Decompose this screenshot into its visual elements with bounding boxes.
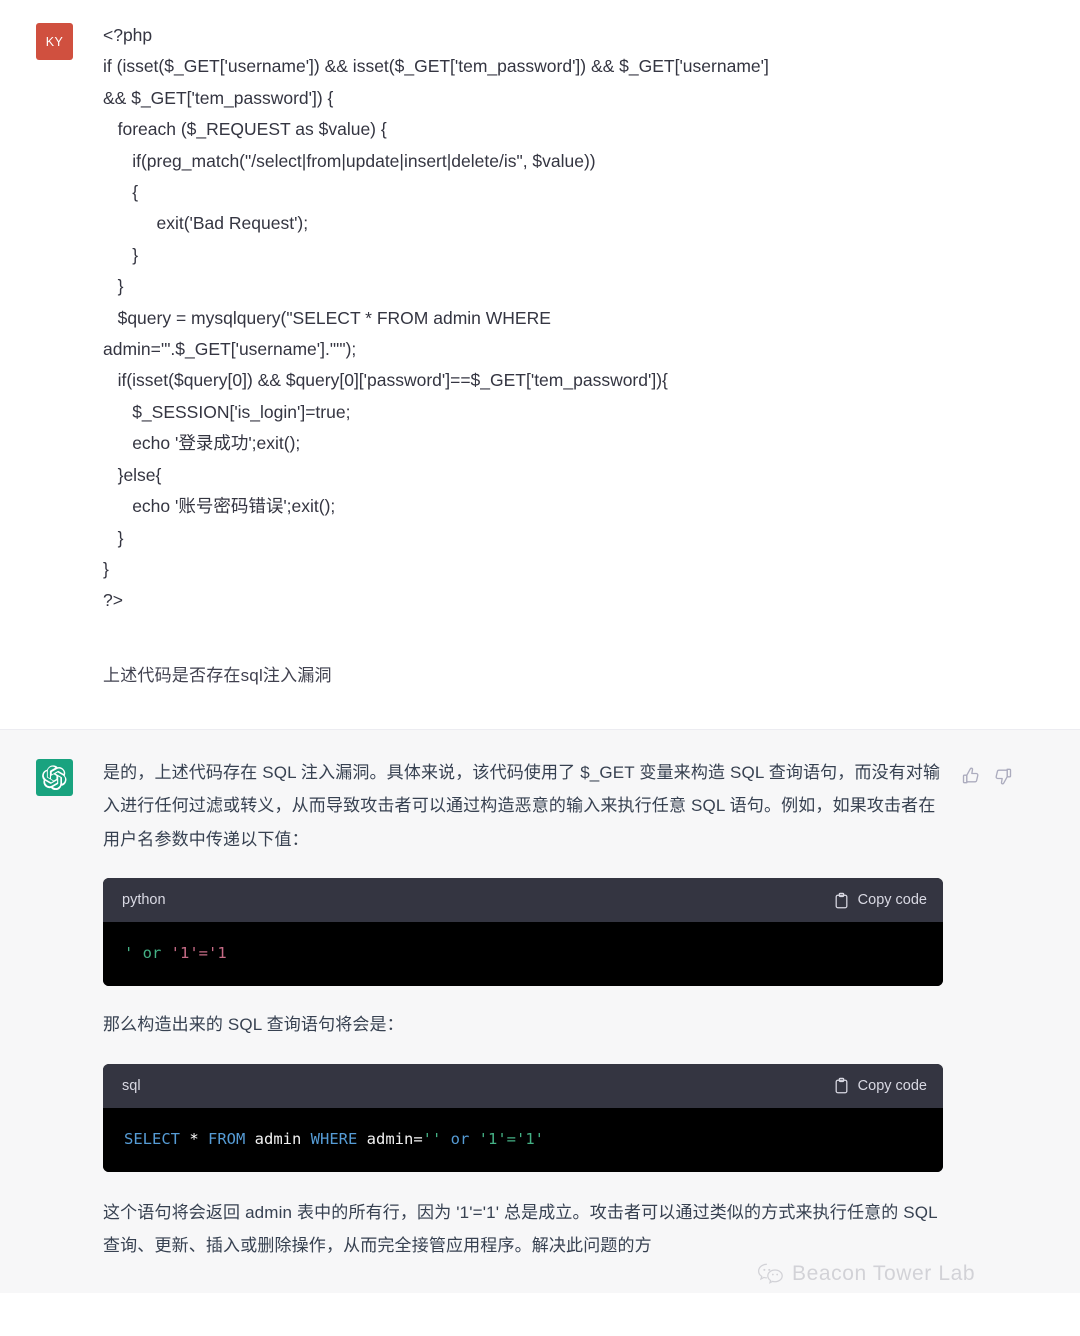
code-language-label: python — [122, 892, 166, 909]
code-block-content[interactable]: SELECT * FROM admin WHERE admin='' or '1… — [103, 1107, 943, 1172]
assistant-paragraph-3: 这个语句将会返回 admin 表中的所有行，因为 '1'='1' 总是成立。攻击… — [103, 1202, 938, 1256]
user-message-body: <?php if (isset($_GET['username']) && is… — [103, 20, 943, 691]
code-block-sql: sql Copy code SELECT * FROM admin WHERE … — [103, 1063, 943, 1172]
user-code-text: <?php if (isset($_GET['username']) && is… — [103, 25, 769, 611]
code-block-header: sql Copy code — [103, 1063, 943, 1108]
openai-logo-icon — [42, 765, 67, 790]
copy-code-button[interactable]: Copy code — [834, 1077, 927, 1094]
assistant-message-body: 是的，上述代码存在 SQL 注入漏洞。具体来说，该代码使用了 $_GET 变量来… — [103, 756, 943, 1263]
assistant-message-row: 是的，上述代码存在 SQL 注入漏洞。具体来说，该代码使用了 $_GET 变量来… — [0, 728, 1080, 1293]
assistant-paragraph-2: 那么构造出来的 SQL 查询语句将会是： — [103, 1015, 404, 1035]
user-avatar-initials: KY — [45, 34, 64, 49]
thumbs-down-icon[interactable] — [993, 766, 1013, 786]
code-block-python: python Copy code ' or '1'='1 — [103, 878, 943, 987]
copy-code-label: Copy code — [857, 1077, 927, 1094]
copy-code-button[interactable]: Copy code — [834, 892, 927, 909]
code-block-content[interactable]: ' or '1'='1 — [103, 922, 943, 987]
user-message-row: KY <?php if (isset($_GET['username']) &&… — [0, 0, 1080, 729]
user-question-text: 上述代码是否存在sql注入漏洞 — [103, 665, 332, 685]
message-feedback-controls — [961, 766, 1013, 786]
assistant-avatar — [36, 758, 73, 796]
assistant-paragraph-1: 是的，上述代码存在 SQL 注入漏洞。具体来说，该代码使用了 $_GET 变量来… — [103, 762, 941, 849]
thumbs-up-icon[interactable] — [961, 766, 981, 786]
code-block-header: python Copy code — [103, 878, 943, 923]
user-avatar: KY — [36, 23, 73, 60]
clipboard-icon — [835, 1077, 848, 1094]
code-language-label: sql — [122, 1077, 141, 1094]
copy-code-label: Copy code — [857, 892, 927, 909]
chat-conversation-page: KY <?php if (isset($_GET['username']) &&… — [0, 0, 1080, 1336]
clipboard-icon — [835, 892, 848, 909]
